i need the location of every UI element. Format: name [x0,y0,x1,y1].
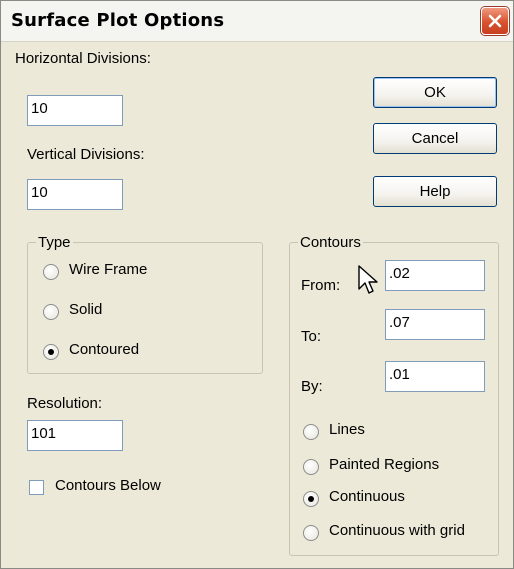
cancel-button[interactable]: Cancel [373,123,497,154]
surface-plot-options-dialog: Surface Plot Options Horizontal Division… [0,0,514,569]
from-label: From: [301,277,341,294]
contours-group-legend: Contours [300,234,361,251]
window-title: Surface Plot Options [11,10,225,31]
lines-radio[interactable] [303,424,319,440]
by-input[interactable]: .01 [385,361,485,392]
type-group-legend: Type [38,234,71,251]
dialog-body: Horizontal Divisions: 10 Vertical Divisi… [1,42,513,568]
help-button[interactable]: Help [373,176,497,207]
ok-button[interactable]: OK [373,77,497,108]
resolution-label: Resolution: [27,395,103,412]
close-icon [488,14,502,28]
continuous-with-grid-label[interactable]: Continuous with grid [329,522,465,539]
vertical-divisions-input[interactable]: 10 [27,179,123,210]
contours-below-checkbox[interactable] [29,480,44,495]
from-input[interactable]: .02 [385,260,485,291]
continuous-radio[interactable] [303,491,319,507]
selected-dot [308,496,314,502]
solid-radio[interactable] [43,304,59,320]
selected-dot [48,349,54,355]
wire-frame-label[interactable]: Wire Frame [69,261,147,278]
horizontal-divisions-input[interactable]: 10 [27,95,123,126]
contours-below-label[interactable]: Contours Below [55,477,161,494]
resolution-input[interactable]: 101 [27,420,123,451]
wire-frame-radio[interactable] [43,264,59,280]
mouse-pointer-icon [358,265,378,294]
type-group: Type [27,234,263,374]
contoured-label[interactable]: Contoured [69,341,139,358]
painted-regions-label[interactable]: Painted Regions [329,456,439,473]
vertical-divisions-label: Vertical Divisions: [27,146,145,163]
painted-regions-radio[interactable] [303,459,319,475]
title-bar[interactable]: Surface Plot Options [1,1,513,42]
contoured-radio[interactable] [43,344,59,360]
lines-label[interactable]: Lines [329,421,365,438]
continuous-label[interactable]: Continuous [329,488,405,505]
continuous-with-grid-radio[interactable] [303,525,319,541]
horizontal-divisions-label: Horizontal Divisions: [15,50,151,67]
by-label: By: [301,378,323,395]
close-button[interactable] [481,7,509,35]
to-input[interactable]: .07 [385,309,485,340]
solid-label[interactable]: Solid [69,301,102,318]
to-label: To: [301,328,322,345]
